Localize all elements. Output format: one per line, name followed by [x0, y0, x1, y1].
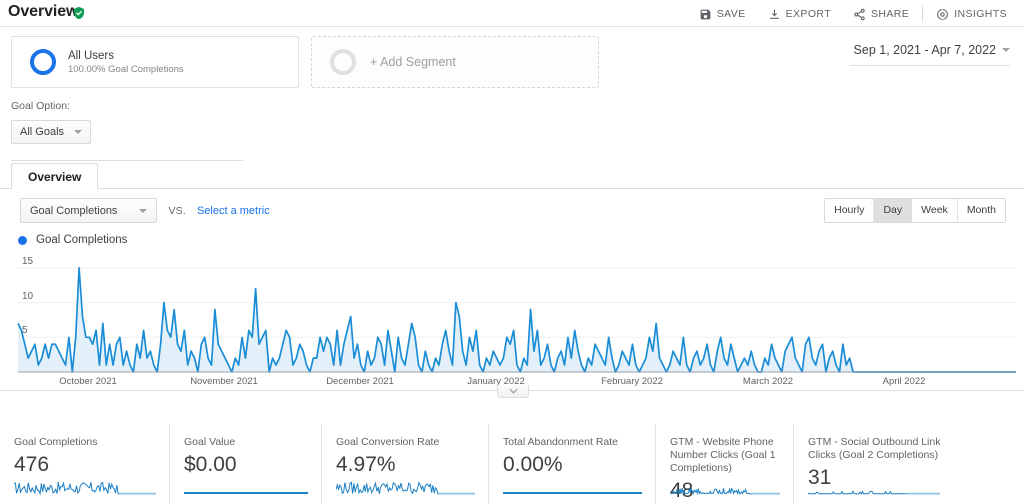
insights-button[interactable]: INSIGHTS [925, 4, 1018, 24]
metric-card-value: $0.00 [184, 453, 237, 476]
main-chart[interactable] [0, 252, 1024, 377]
chart-legend: Goal Completions [18, 234, 127, 246]
granularity-month[interactable]: Month [957, 199, 1005, 222]
share-label: SHARE [871, 8, 910, 20]
save-button[interactable]: SAVE [688, 4, 757, 24]
tab-strip: Overview [0, 161, 1024, 189]
metric-card-sparkline [670, 486, 780, 496]
chart-canvas[interactable] [0, 252, 1024, 377]
date-range-label: Sep 1, 2021 - Apr 7, 2022 [853, 43, 996, 57]
metric-card-value: 0.00% [503, 453, 563, 476]
analytics-overview-page: Overview SAVE EXPORT SHARE INSIGHTS All … [0, 0, 1024, 504]
y-axis-tick-10: 10 [22, 290, 34, 302]
metric-card-sparkline [808, 490, 940, 495]
y-axis-tick-15: 15 [22, 255, 34, 267]
vs-label: VS. [168, 204, 186, 217]
verified-shield-icon [74, 6, 84, 20]
add-segment-button[interactable]: + Add Segment [311, 36, 599, 88]
metric-card-sparkline [503, 492, 642, 494]
legend-label: Goal Completions [36, 234, 128, 246]
x-axis-tick-1: November 2021 [190, 376, 258, 387]
x-axis-tick-5: March 2022 [742, 376, 794, 387]
granularity-week[interactable]: Week [912, 199, 958, 222]
goal-option-label: Goal Option: [11, 100, 70, 112]
chevron-down-icon [74, 130, 83, 134]
toolbar-divider [922, 6, 924, 22]
metric-cards: Goal Completions 476 Goal Value $0.00 Goal C… [0, 424, 1024, 504]
metric-card-title: Goal Conversion Rate [336, 436, 440, 448]
metric-card-title: GTM - Website Phone Number Clicks (Goal … [670, 436, 776, 474]
primary-metric-select[interactable]: Goal Completions [20, 198, 158, 223]
chevron-down-icon [1002, 48, 1010, 52]
goal-option-select[interactable]: All Goals [11, 120, 92, 144]
page-title: Overview [8, 3, 79, 20]
segment-name: All Users [68, 49, 115, 62]
metric-card-goal-conversion-rate[interactable]: Goal Conversion Rate 4.97% [322, 424, 489, 504]
export-label: EXPORT [785, 8, 832, 20]
granularity-hourly[interactable]: Hourly [825, 199, 875, 222]
tab-overview-label: Overview [28, 169, 82, 184]
x-axis-tick-0: October 2021 [59, 376, 117, 387]
share-icon [854, 8, 865, 20]
add-segment-ring-icon [330, 49, 356, 75]
goal-option-value: All Goals [20, 126, 65, 138]
goal-option-section: Goal Option: All Goals [11, 100, 92, 144]
metric-card-value: 476 [14, 453, 50, 476]
metric-card-value: 4.97% [336, 453, 396, 476]
metric-card-title: Goal Value [184, 436, 236, 448]
segment-ring-icon [30, 49, 56, 75]
legend-color-dot [18, 235, 27, 245]
x-axis-tick-4: February 2022 [601, 376, 663, 387]
metric-card-total-abandonment-rate[interactable]: Total Abandonment Rate 0.00% [489, 424, 656, 504]
segment-bar: All Users 100.00% Goal Completions + Add… [0, 27, 1024, 97]
export-button[interactable]: EXPORT [757, 4, 842, 24]
segment-all-users[interactable]: All Users 100.00% Goal Completions [11, 36, 299, 88]
insights-label: INSIGHTS [954, 8, 1007, 20]
export-icon [769, 9, 779, 19]
save-icon [700, 9, 711, 19]
metric-card-title: Goal Completions [14, 436, 98, 448]
share-button[interactable]: SHARE [842, 4, 920, 24]
metric-card-title: GTM - Social Outbound Link Clicks (Goal … [808, 436, 941, 461]
tab-overview[interactable]: Overview [11, 163, 99, 189]
metric-card-title: Total Abandonment Rate [503, 436, 618, 448]
metric-card-gtm-website-phone-number-clicks[interactable]: GTM - Website Phone Number Clicks (Goal … [656, 424, 794, 504]
chart-collapse-handle[interactable] [497, 385, 529, 398]
date-range-underline [850, 65, 1010, 66]
add-segment-label: + Add Segment [370, 55, 456, 69]
header-toolbar: SAVE EXPORT SHARE INSIGHTS [688, 4, 1018, 24]
page-header: Overview SAVE EXPORT SHARE INSIGHTS [0, 0, 1024, 27]
metric-card-sparkline [336, 481, 475, 495]
select-a-metric-link[interactable]: Select a metric [197, 205, 270, 217]
metric-card-sparkline [14, 481, 156, 496]
metric-card-goal-value[interactable]: Goal Value $0.00 [170, 424, 322, 504]
metric-card-gtm-social-outbound-link-clicks[interactable]: GTM - Social Outbound Link Clicks (Goal … [794, 424, 954, 504]
chevron-down-icon [139, 208, 148, 213]
insights-icon [937, 8, 949, 20]
save-label: SAVE [716, 8, 746, 20]
x-axis-tick-6: April 2022 [882, 376, 926, 387]
primary-metric-value: Goal Completions [30, 204, 118, 217]
granularity-day[interactable]: Day [874, 199, 913, 222]
metric-card-goal-completions[interactable]: Goal Completions 476 [0, 424, 170, 504]
segment-subtitle: 100.00% Goal Completions [68, 63, 184, 75]
metric-controls: Goal Completions VS. Select a metric [20, 198, 270, 223]
x-axis-tick-2: December 2021 [326, 376, 394, 387]
chevron-down-icon [508, 388, 518, 394]
y-axis-tick-5: 5 [22, 325, 28, 337]
date-range-picker[interactable]: Sep 1, 2021 - Apr 7, 2022 [854, 43, 1010, 57]
granularity-toggle-group: Hourly Day Week Month [824, 198, 1006, 223]
metric-card-sparkline [184, 492, 308, 494]
